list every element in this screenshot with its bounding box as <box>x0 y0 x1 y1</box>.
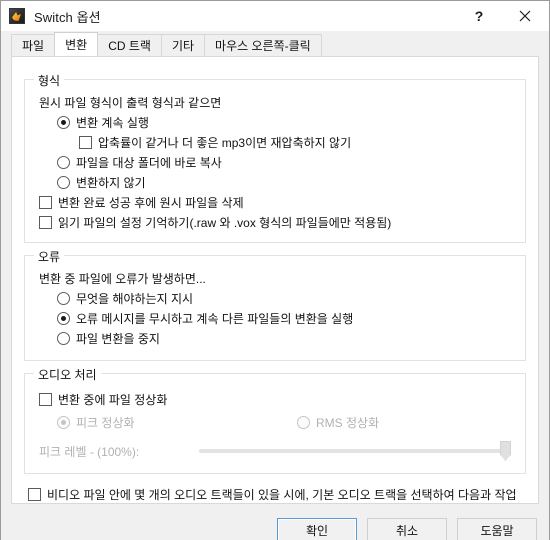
radio-rms-normalize-indicator <box>297 416 310 429</box>
radio-no-convert-label: 변환하지 않기 <box>76 176 146 190</box>
checkbox-normalize[interactable]: 변환 중에 파일 정상화 <box>39 391 515 408</box>
peak-level-slider-thumb[interactable] <box>500 441 511 461</box>
checkbox-delete-source-indicator <box>39 196 52 209</box>
radio-continue-convert-label: 변환 계속 실행 <box>76 116 149 130</box>
checkbox-remember-settings-indicator <box>39 216 52 229</box>
checkbox-no-recompress-indicator <box>79 136 92 149</box>
tab-file[interactable]: 파일 <box>11 34 56 56</box>
group-format: 형식 원시 파일 형식이 출력 형식과 같으면 변환 계속 실행 압축률이 같거… <box>24 72 526 243</box>
checkbox-delete-source-label: 변환 완료 성공 후에 원시 파일을 삭제 <box>58 196 244 210</box>
checkbox-video-audio-tracks-label: 비디오 파일 안에 몇 개의 오디오 트랙들이 있을 시에, 기본 오디오 트랙… <box>47 488 517 502</box>
radio-copy-direct[interactable]: 파일을 대상 폴더에 바로 복사 <box>57 154 515 171</box>
radio-copy-direct-label: 파일을 대상 폴더에 바로 복사 <box>76 156 222 170</box>
normalize-mode-row: 피크 정상화 RMS 정상화 <box>57 414 515 431</box>
window-title: Switch 옵션 <box>34 9 101 25</box>
checkbox-delete-source[interactable]: 변환 완료 성공 후에 원시 파일을 삭제 <box>39 194 515 211</box>
format-intro-label: 원시 파일 형식이 출력 형식과 같으면 <box>39 96 222 110</box>
radio-error-ask[interactable]: 무엇을 해야하는지 지시 <box>57 290 515 307</box>
radio-rms-normalize[interactable]: RMS 정상화 <box>297 414 379 431</box>
peak-level-label: 피크 레벨 - (100%): <box>39 444 140 459</box>
checkbox-remember-settings[interactable]: 읽기 파일의 설정 기억하기(.raw 와 .vox 형식의 파일들에만 적용됨… <box>39 214 515 231</box>
group-error-legend: 오류 <box>34 248 65 265</box>
checkbox-normalize-indicator <box>39 393 52 406</box>
radio-copy-direct-indicator <box>57 156 70 169</box>
radio-no-convert[interactable]: 변환하지 않기 <box>57 174 515 191</box>
checkbox-remember-settings-label: 읽기 파일의 설정 기억하기(.raw 와 .vox 형식의 파일들에만 적용됨… <box>58 216 392 230</box>
error-intro-label: 변환 중 파일에 오류가 발생하면... <box>39 272 206 286</box>
group-audio-processing-legend: 오디오 처리 <box>34 366 101 383</box>
switch-options-dialog: Switch 옵션 ? 파일 변환 CD 트랙 기타 마우스 오른쪽-클릭 형식… <box>0 0 550 540</box>
peak-level-slider-track <box>199 449 511 453</box>
checkbox-video-audio-tracks-indicator <box>28 488 41 501</box>
title-bar: Switch 옵션 ? <box>1 1 549 31</box>
checkbox-no-recompress-label: 압축률이 같거나 더 좋은 mp3이면 재압축하지 않기 <box>98 136 352 150</box>
radio-error-stop[interactable]: 파일 변환을 중지 <box>57 330 515 347</box>
tab-conversion[interactable]: 변환 <box>54 32 99 56</box>
checkbox-video-audio-tracks[interactable]: 비디오 파일 안에 몇 개의 오디오 트랙들이 있을 시에, 기본 오디오 트랙… <box>28 486 526 503</box>
group-format-legend: 형식 <box>34 72 65 89</box>
radio-no-convert-indicator <box>57 176 70 189</box>
tab-page-conversion: 형식 원시 파일 형식이 출력 형식과 같으면 변환 계속 실행 압축률이 같거… <box>11 56 539 504</box>
radio-continue-convert-indicator <box>57 116 70 129</box>
group-audio-processing: 오디오 처리 변환 중에 파일 정상화 피크 정상화 RMS 정상화 피크 레벨… <box>24 366 526 474</box>
switch-app-icon <box>9 8 25 24</box>
radio-error-stop-indicator <box>57 332 70 345</box>
group-error: 오류 변환 중 파일에 오류가 발생하면... 무엇을 해야하는지 지시 오류 … <box>24 248 526 361</box>
help-button[interactable]: 도움말 <box>457 518 537 540</box>
radio-error-ignore[interactable]: 오류 메시지를 무시하고 계속 다른 파일들의 변환을 실행 <box>57 310 515 327</box>
checkbox-no-recompress[interactable]: 압축률이 같거나 더 좋은 mp3이면 재압축하지 않기 <box>79 134 515 151</box>
help-question-icon[interactable]: ? <box>457 1 501 31</box>
cancel-button[interactable]: 취소 <box>367 518 447 540</box>
checkbox-normalize-label: 변환 중에 파일 정상화 <box>58 393 168 407</box>
close-icon[interactable] <box>503 1 547 31</box>
radio-peak-normalize[interactable]: 피크 정상화 <box>57 414 297 431</box>
tab-strip: 파일 변환 CD 트랙 기타 마우스 오른쪽-클릭 <box>1 31 549 56</box>
radio-peak-normalize-indicator <box>57 416 70 429</box>
radio-error-ignore-label: 오류 메시지를 무시하고 계속 다른 파일들의 변환을 실행 <box>76 312 354 326</box>
tab-cd-track[interactable]: CD 트랙 <box>97 34 162 56</box>
radio-rms-normalize-label: RMS 정상화 <box>316 416 380 430</box>
peak-level-slider-row: 피크 레벨 - (100%): <box>39 441 515 461</box>
radio-peak-normalize-label: 피크 정상화 <box>76 416 135 430</box>
radio-error-ask-label: 무엇을 해야하는지 지시 <box>76 292 194 306</box>
radio-error-ask-indicator <box>57 292 70 305</box>
radio-continue-convert[interactable]: 변환 계속 실행 <box>57 114 515 131</box>
tab-other[interactable]: 기타 <box>160 34 206 56</box>
tab-right-click[interactable]: 마우스 오른쪽-클릭 <box>204 34 322 56</box>
dialog-button-bar: 확인 취소 도움말 <box>1 504 549 540</box>
radio-error-stop-label: 파일 변환을 중지 <box>76 332 160 346</box>
peak-level-slider[interactable] <box>199 441 511 461</box>
radio-error-ignore-indicator <box>57 312 70 325</box>
ok-button[interactable]: 확인 <box>277 518 357 540</box>
